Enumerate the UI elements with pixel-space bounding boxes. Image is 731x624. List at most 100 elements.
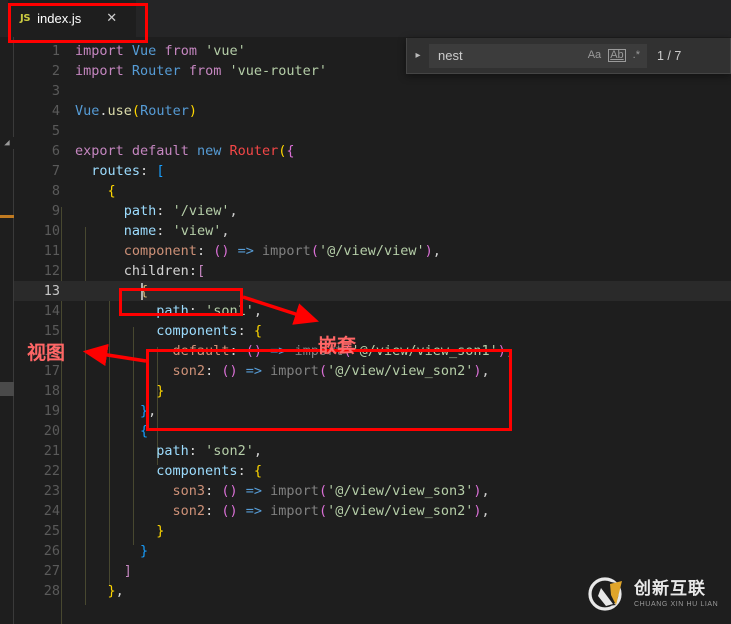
code-text: ] — [75, 561, 132, 581]
code-token: 'son2' — [205, 443, 254, 459]
code-token: export — [75, 143, 124, 159]
code-line[interactable]: 24 son2: () => import('@/view/view_son2'… — [14, 501, 731, 521]
code-line[interactable]: 21 path: 'son2', — [14, 441, 731, 461]
code-token: son2 — [172, 503, 206, 519]
view-annotation-label: 视图 — [27, 342, 66, 364]
code-token: from — [164, 43, 197, 59]
code-token: 'view' — [172, 223, 222, 239]
whole-word-icon[interactable]: Ab — [608, 49, 626, 62]
code-token: } — [107, 583, 116, 599]
code-text: path: 'son2', — [75, 441, 262, 461]
code-line[interactable]: 22 components: { — [14, 461, 731, 481]
code-token: ) — [229, 503, 238, 519]
code-line[interactable]: 7 routes: [ — [14, 161, 731, 181]
line-number: 12 — [43, 263, 60, 279]
code-line[interactable]: 23 son3: () => import('@/view/view_son3'… — [14, 481, 731, 501]
code-token: default — [131, 143, 189, 159]
code-token: '@/view/view' — [318, 243, 425, 259]
code-text: component: () => import('@/view/view'), — [75, 241, 441, 261]
toggle-replace-icon[interactable]: ▸ — [407, 50, 429, 61]
code-text: } — [75, 521, 164, 541]
code-token: use — [107, 103, 132, 119]
code-token: : — [140, 163, 157, 179]
code-text: name: 'view', — [75, 221, 230, 241]
line-number: 3 — [51, 83, 60, 99]
code-token: ) — [229, 483, 238, 499]
code-line[interactable]: 3 — [14, 81, 731, 101]
find-input[interactable]: nest — [438, 48, 588, 63]
use-regex-icon[interactable]: .* — [633, 50, 640, 61]
code-token: ( — [310, 243, 319, 259]
line-number: 27 — [43, 563, 60, 579]
code-token: : — [196, 243, 214, 259]
code-token: , — [229, 203, 238, 219]
code-token: import — [270, 483, 319, 499]
code-token: : — [205, 483, 222, 499]
line-number: 10 — [43, 223, 60, 239]
code-line[interactable]: 15 components: { — [14, 321, 731, 341]
line-number: 24 — [43, 503, 60, 519]
code-line[interactable]: 9 path: '/view', — [14, 201, 731, 221]
code-token: : — [188, 443, 206, 459]
find-input-wrapper[interactable]: nest Aa Ab .* — [429, 43, 647, 68]
code-line[interactable]: 6 export default new Router({ — [14, 141, 731, 161]
code-line[interactable]: 26 } — [14, 541, 731, 561]
overview-ruler[interactable]: ◢ — [0, 37, 14, 624]
code-line[interactable]: 10 name: 'view', — [14, 221, 731, 241]
code-token: '/view' — [172, 203, 230, 219]
code-line[interactable]: 12 children:[ — [14, 261, 731, 281]
code-token: name — [123, 223, 157, 239]
overview-marker-selection — [0, 382, 14, 396]
line-number: 2 — [51, 63, 60, 79]
code-editor[interactable]: ◢ 1 import Vue from 'vue' 2 import Router f… — [0, 37, 731, 624]
line-number: 28 — [43, 583, 60, 599]
line-number: 11 — [43, 243, 60, 259]
code-line[interactable]: 8 { — [14, 181, 731, 201]
code-token: , — [481, 503, 490, 519]
code-text: { — [75, 421, 148, 441]
code-token: '@/view/view_son2' — [327, 503, 474, 519]
annotation-box-children — [119, 288, 243, 316]
code-token: , — [432, 243, 441, 259]
code-token: { — [107, 183, 116, 199]
code-token: [ — [156, 163, 165, 179]
code-token: } — [140, 543, 149, 559]
code-token: , — [253, 303, 262, 319]
line-number: 22 — [43, 463, 60, 479]
code-text: path: '/view', — [75, 201, 238, 221]
code-token: routes — [91, 163, 141, 179]
line-number: 25 — [43, 523, 60, 539]
code-text: Vue.use(Router) — [75, 101, 197, 121]
whole-word-label: Ab — [610, 49, 624, 61]
code-lines[interactable]: 1 import Vue from 'vue' 2 import Router fro… — [14, 37, 731, 624]
line-number: 26 — [43, 543, 60, 559]
code-line[interactable]: 11 component: () => import('@/view/view'… — [14, 241, 731, 261]
code-token: { — [286, 143, 295, 159]
code-line[interactable]: 25 } — [14, 521, 731, 541]
code-line[interactable]: 4 Vue.use(Router) — [14, 101, 731, 121]
code-token: => — [237, 243, 254, 259]
code-line[interactable]: 5 — [14, 121, 731, 141]
code-text: export default new Router({ — [75, 141, 295, 161]
code-text: import Router from 'vue-router' — [75, 61, 327, 81]
match-case-icon[interactable]: Aa — [588, 50, 601, 61]
find-widget[interactable]: ▸ nest Aa Ab .* 1 / 7 — [406, 38, 731, 74]
line-number: 4 — [51, 103, 60, 119]
